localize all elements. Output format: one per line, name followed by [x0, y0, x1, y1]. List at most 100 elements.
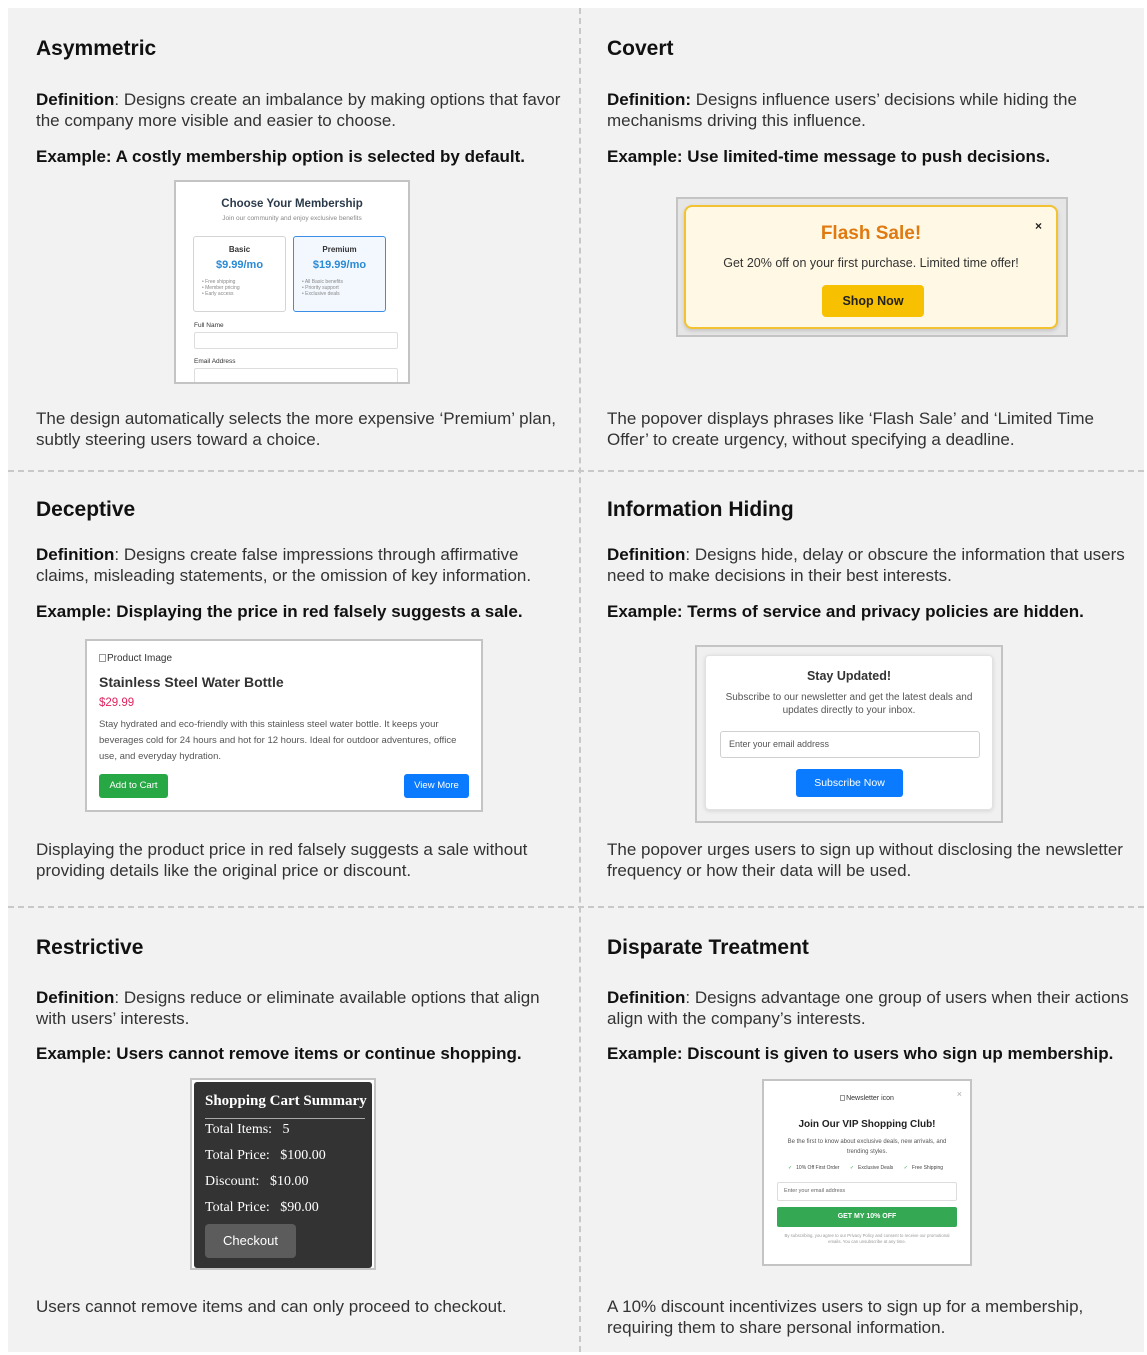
perk-item: ✓ Exclusive Deals	[850, 1165, 897, 1171]
cell-description: The design automatically selects the mor…	[36, 409, 557, 449]
cell-example: Example: Users cannot remove items or co…	[36, 1044, 522, 1063]
perk-item: ✓ 10% Off First Order	[788, 1165, 842, 1171]
cart-summary-panel: Shopping Cart Summary Total Items: 5 Tot…	[194, 1082, 372, 1268]
perk-label: 10% Off First Order	[796, 1165, 840, 1171]
definition-label: Definition	[36, 90, 115, 109]
broken-image-icon	[99, 654, 106, 662]
definition-text: : Designs create an imbalance by making …	[36, 90, 561, 130]
cell-example: Example: Discount is given to users who …	[607, 1044, 1114, 1063]
email-input[interactable]: Enter your email address	[777, 1182, 957, 1201]
close-icon[interactable]: ×	[1035, 219, 1042, 233]
product-image-alt: Product Image	[107, 653, 173, 664]
definition-label: Definition	[607, 545, 686, 564]
cart-row: Total Items: 5	[205, 1122, 290, 1137]
definition-text: : Designs hide, delay or obscure the inf…	[607, 545, 1125, 585]
flash-sale-text: Get 20% off on your first purchase. Limi…	[723, 256, 1019, 270]
perk-label: Exclusive Deals	[858, 1165, 894, 1171]
row-divider	[8, 470, 1144, 472]
cart-title: Shopping Cart Summary	[205, 1093, 367, 1109]
plan-price: $9.99/mo	[215, 259, 264, 271]
vip-perks: ✓ 10% Off First Order ✓ Exclusive Deals ✓ F…	[764, 1165, 970, 1171]
definition-label: Definition	[607, 988, 686, 1007]
newsletter-text: Subscribe to our newsletter and get the …	[725, 692, 973, 716]
membership-subtitle: Join our community and enjoy exclusive b…	[222, 215, 362, 222]
newsletter-screenshot: Stay Updated! Subscribe to our newslette…	[695, 645, 1003, 823]
definition-text: : Designs advantage one group of users w…	[607, 988, 1129, 1028]
row-divider	[8, 906, 1144, 908]
cell-definition: Definition: Designs advantage one group …	[607, 987, 1132, 1029]
shop-now-button[interactable]: Shop Now	[822, 285, 924, 317]
email-input[interactable]	[194, 368, 398, 382]
broken-image-icon	[840, 1095, 846, 1101]
cart-row: Total Price: $100.00	[205, 1148, 326, 1163]
newsletter-title: Stay Updated!	[806, 669, 892, 683]
flash-sale-screenshot: Flash Sale! × Get 20% off on your first …	[676, 197, 1068, 337]
full-name-input[interactable]	[194, 332, 398, 349]
cell-title: Covert	[607, 37, 674, 60]
vip-text: Be the first to know about exclusive dea…	[787, 1139, 947, 1155]
taxonomy-board: Asymmetric Definition: Designs create an…	[8, 8, 1144, 1352]
cell-example: Example: A costly membership option is s…	[36, 147, 526, 166]
cell-title: Restrictive	[36, 936, 144, 959]
perk-item: ✓ Free Shipping	[904, 1165, 946, 1171]
cell-example: Example: Displaying the price in red fal…	[36, 602, 523, 621]
view-more-button[interactable]: View More	[404, 774, 469, 798]
cart-screenshot: Shopping Cart Summary Total Items: 5 Tot…	[190, 1078, 376, 1270]
add-to-cart-button[interactable]: Add to Cart	[99, 774, 168, 798]
cell-definition: Definition: Designs influence users’ dec…	[607, 89, 1132, 131]
plan-price: $19.99/mo	[312, 259, 367, 271]
cart-row: Discount: $10.00	[205, 1174, 309, 1189]
newsletter-icon: Newsletter icon	[764, 1095, 970, 1102]
cell-description: The popover displays phrases like ‘Flash…	[607, 409, 1094, 449]
plan-feature: • Early access	[202, 291, 234, 297]
check-icon: ✓	[903, 1165, 908, 1171]
cell-description: Users cannot remove items and can only p…	[36, 1297, 507, 1316]
plan-name: Basic	[228, 245, 251, 254]
subscribe-now-button[interactable]: Subscribe Now	[796, 769, 903, 797]
definition-label: Definition	[36, 545, 115, 564]
legal-text: By subscribing, you agree to our Privacy…	[784, 1233, 950, 1244]
product-name: Stainless Steel Water Bottle	[99, 674, 284, 690]
product-image: Product Image	[99, 653, 172, 664]
email-input[interactable]: Enter your email address	[720, 731, 980, 758]
cell-example: Example: Terms of service and privacy po…	[607, 602, 1084, 621]
cart-divider	[205, 1118, 365, 1119]
cell-description: The popover urges users to sign up witho…	[607, 840, 1123, 880]
cell-example: Example: Use limited-time message to pus…	[607, 147, 1051, 166]
cell-description: A 10% discount incentivizes users to sig…	[607, 1297, 1084, 1337]
product-price: $29.99	[99, 697, 135, 709]
email-label: Email Address	[194, 358, 236, 365]
cell-definition: Definition: Designs create an imbalance …	[36, 89, 568, 131]
full-name-label: Full Name	[194, 322, 224, 329]
cell-title: Information Hiding	[607, 498, 794, 521]
cell-title: Deceptive	[36, 498, 136, 521]
cell-definition: Definition: Designs reduce or eliminate …	[36, 987, 568, 1029]
cell-definition: Definition: Designs hide, delay or obscu…	[607, 544, 1132, 586]
plan-feature: • Exclusive deals	[302, 291, 340, 297]
get-discount-button[interactable]: GET MY 10% OFF	[777, 1207, 957, 1227]
cell-description: Displaying the product price in red fals…	[36, 840, 528, 880]
product-description: Stay hydrated and eco-friendly with this…	[99, 719, 457, 762]
column-divider	[579, 8, 581, 1352]
membership-screenshot: Choose Your Membership Join our communit…	[174, 180, 410, 384]
cell-title: Asymmetric	[36, 37, 157, 60]
check-icon: ✓	[849, 1165, 855, 1171]
cart-row: Total Price: $90.00	[205, 1200, 319, 1215]
cell-title: Disparate Treatment	[607, 936, 809, 959]
product-screenshot: Product Image Stainless Steel Water Bott…	[85, 639, 483, 812]
flash-sale-title: Flash Sale!	[820, 223, 922, 244]
definition-label: Definition	[36, 988, 115, 1007]
plan-card-premium[interactable]: Premium $19.99/mo • All Basic benefits •…	[293, 236, 386, 312]
newsletter-popover: Stay Updated! Subscribe to our newslette…	[705, 655, 993, 810]
newsletter-icon-alt: Newsletter icon	[846, 1095, 894, 1102]
check-icon: ✓	[787, 1165, 793, 1171]
definition-label: Definition:	[607, 90, 692, 109]
vip-club-screenshot: × Newsletter icon Join Our VIP Shopping …	[762, 1079, 972, 1266]
vip-title: Join Our VIP Shopping Club!	[798, 1119, 936, 1130]
flash-sale-popover: Flash Sale! × Get 20% off on your first …	[684, 205, 1058, 329]
plan-name: Premium	[322, 245, 357, 254]
cell-definition: Definition: Designs create false impress…	[36, 544, 571, 586]
checkout-button[interactable]: Checkout	[205, 1224, 296, 1258]
membership-title: Choose Your Membership	[221, 198, 363, 210]
plan-card-basic[interactable]: Basic $9.99/mo • Free shipping • Member …	[193, 236, 286, 312]
